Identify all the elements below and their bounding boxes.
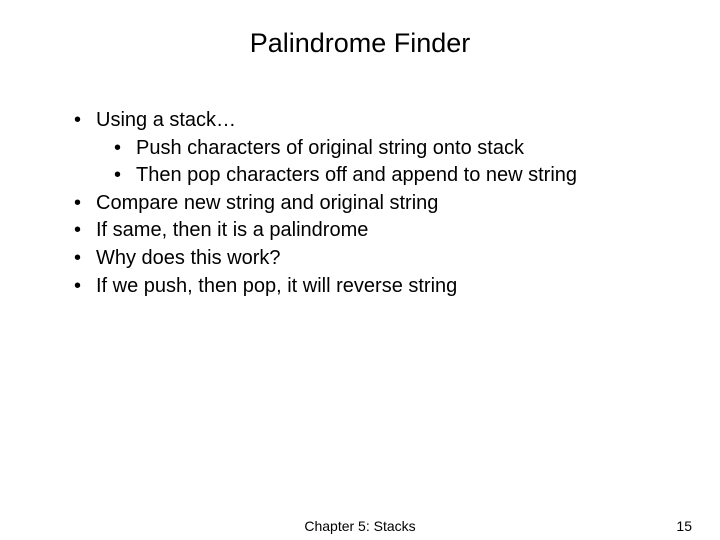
bullet-text: Why does this work? — [96, 247, 281, 269]
list-item: Using a stack… Push characters of origin… — [70, 107, 670, 190]
bullet-text: Using a stack… — [96, 109, 236, 131]
bullet-text: If same, then it is a palindrome — [96, 219, 368, 241]
list-item: If we push, then pop, it will reverse st… — [70, 273, 670, 301]
bullet-text: Then pop characters off and append to ne… — [136, 164, 577, 186]
footer-chapter: Chapter 5: Stacks — [304, 518, 415, 534]
bullet-list: Using a stack… Push characters of origin… — [70, 107, 670, 300]
slide-content: Using a stack… Push characters of origin… — [50, 107, 670, 300]
slide: Palindrome Finder Using a stack… Push ch… — [0, 0, 720, 540]
list-item: If same, then it is a palindrome — [70, 217, 670, 245]
list-item: Compare new string and original string — [70, 190, 670, 218]
slide-title: Palindrome Finder — [50, 28, 670, 59]
bullet-text: Push characters of original string onto … — [136, 137, 524, 159]
list-item: Why does this work? — [70, 245, 670, 273]
sub-bullet-list: Push characters of original string onto … — [96, 135, 670, 190]
list-item: Then pop characters off and append to ne… — [110, 162, 670, 190]
bullet-text: Compare new string and original string — [96, 192, 438, 214]
list-item: Push characters of original string onto … — [110, 135, 670, 163]
footer-page-number: 15 — [676, 518, 692, 534]
bullet-text: If we push, then pop, it will reverse st… — [96, 275, 457, 297]
